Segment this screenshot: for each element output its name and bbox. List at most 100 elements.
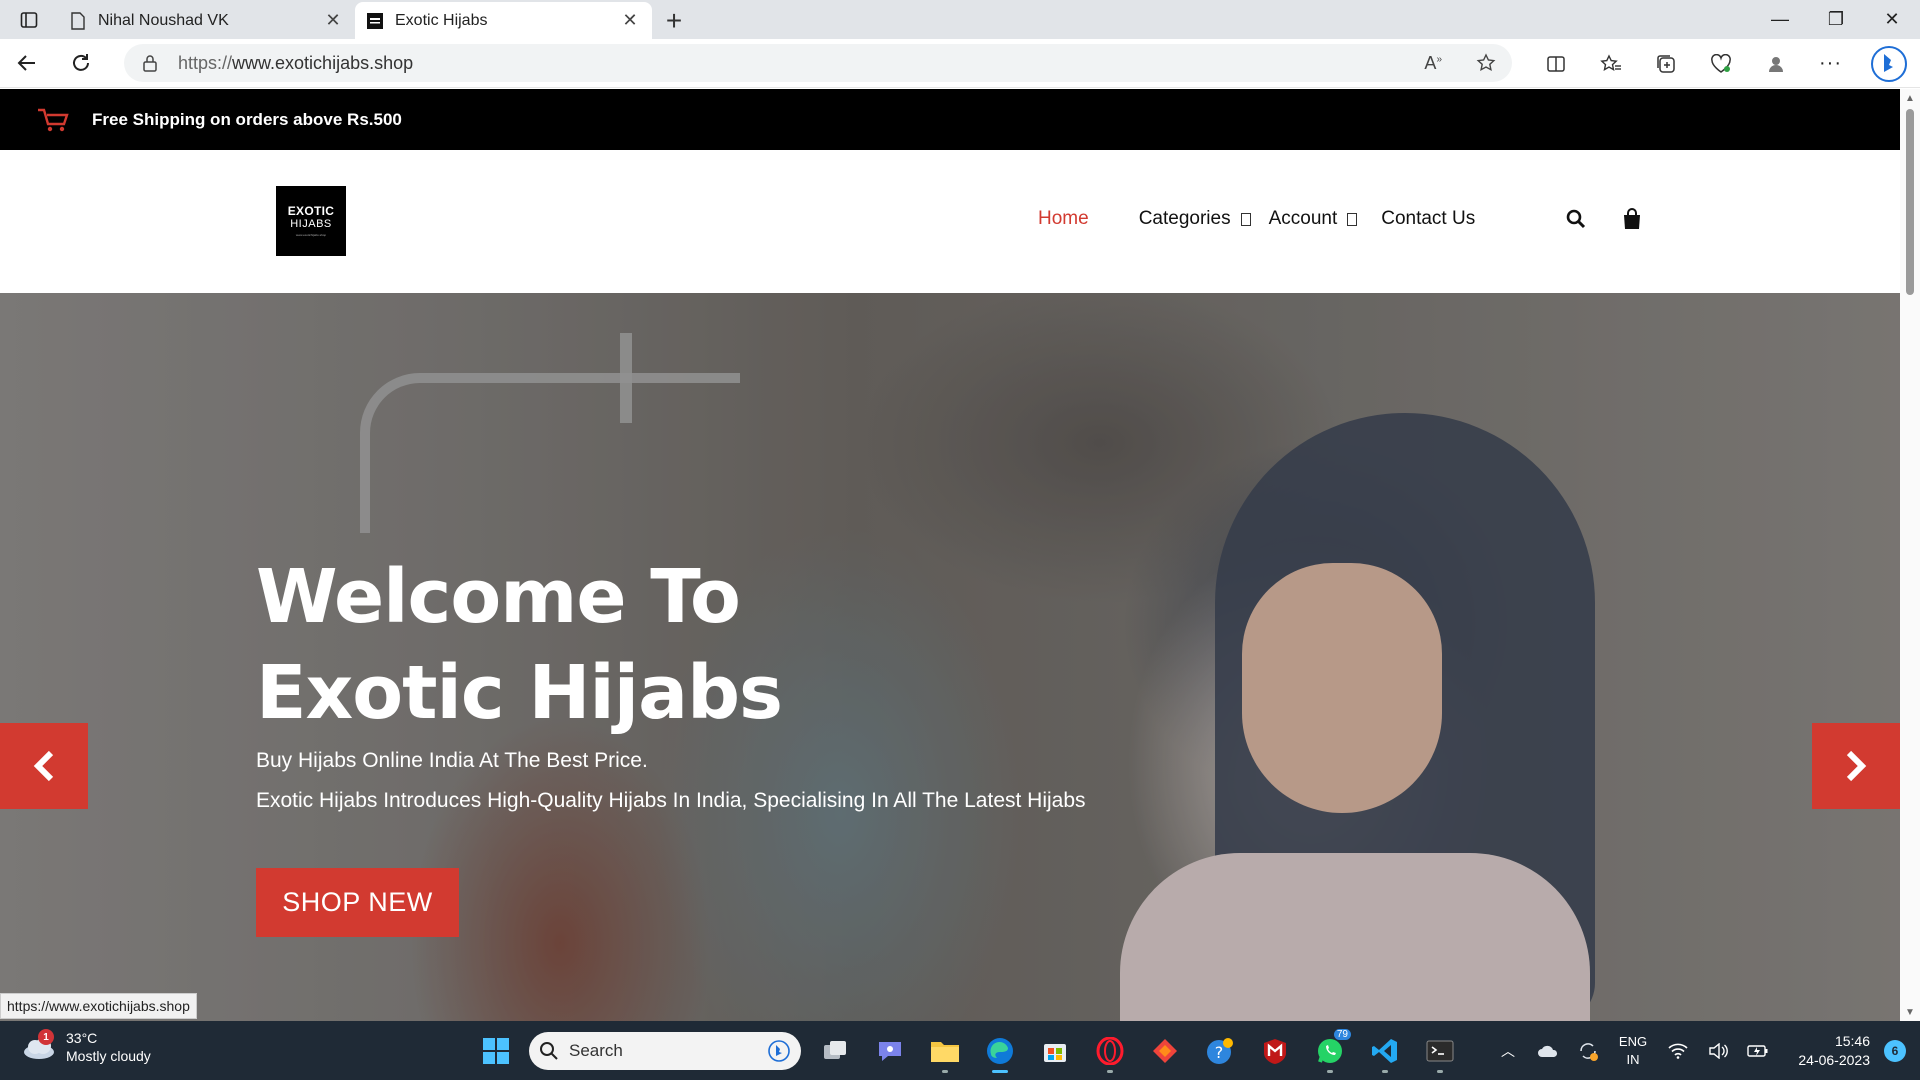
announcement-bar: Free Shipping on orders above Rs.500 xyxy=(0,89,1900,150)
tab-actions-icon xyxy=(20,11,38,28)
refresh-icon xyxy=(73,54,89,71)
bing-icon xyxy=(1871,45,1907,82)
weather-widget[interactable]: 1 33°C Mostly cloudy xyxy=(22,1029,151,1065)
bing-chat-button[interactable] xyxy=(1858,44,1920,84)
scroll-up-icon[interactable]: ▲ xyxy=(1900,89,1920,107)
task-view-app[interactable] xyxy=(807,1027,862,1075)
tray-overflow-chevron-icon[interactable]: ︿ xyxy=(1488,1041,1528,1061)
refresh-button[interactable] xyxy=(54,43,108,83)
scroll-down-icon[interactable]: ▼ xyxy=(1900,1003,1920,1021)
logo-line3: www.exotichijabs.shop xyxy=(295,233,327,237)
running-indicator xyxy=(1106,1069,1113,1073)
restore-button[interactable]: ❐ xyxy=(1808,0,1864,39)
dropdown-icon xyxy=(1240,212,1251,226)
windows-logo-icon xyxy=(482,1037,509,1064)
clock[interactable]: 15:46 24-06-2023 xyxy=(1778,1032,1878,1070)
url-text: https://www.exotichijabs.shop xyxy=(178,53,413,74)
notification-badge[interactable]: 6 xyxy=(1884,1039,1906,1062)
shop-new-button[interactable]: SHOP NEW xyxy=(256,868,459,937)
nav-categories-label: Categories xyxy=(1138,208,1231,229)
tab-actions-button[interactable] xyxy=(0,0,58,39)
hero-subtitle-1: Buy Hijabs Online India At The Best Pric… xyxy=(256,749,648,772)
tab-exotic-hijabs[interactable]: Exotic Hijabs ✕ xyxy=(355,2,652,39)
vscode-app[interactable] xyxy=(1357,1027,1412,1075)
favorites-button[interactable] xyxy=(1583,44,1638,84)
vscode-icon xyxy=(1371,1038,1397,1063)
edge-icon xyxy=(986,1037,1013,1064)
clock-date: 24-06-2023 xyxy=(1798,1051,1870,1068)
nav-home[interactable]: Home xyxy=(1038,208,1089,230)
onedrive-icon[interactable] xyxy=(1528,1044,1568,1058)
running-indicator xyxy=(1436,1069,1443,1073)
running-indicator xyxy=(1326,1069,1333,1073)
volume-icon[interactable] xyxy=(1698,1042,1738,1059)
shield-m-icon xyxy=(1263,1038,1286,1064)
wifi-icon[interactable] xyxy=(1658,1043,1698,1059)
back-button[interactable] xyxy=(0,43,54,83)
nav-contact[interactable]: Contact Us xyxy=(1381,208,1475,230)
scrollbar-thumb[interactable] xyxy=(1906,109,1914,295)
hero-title: Welcome To Exotic Hijabs xyxy=(256,549,956,741)
site-logo[interactable]: EXOTIC HIJABS www.exotichijabs.shop xyxy=(276,186,346,256)
hero-subtitle-2: Exotic Hijabs Introduces High-Quality Hi… xyxy=(256,789,1086,812)
logo-line1: EXOTIC xyxy=(287,204,335,218)
close-icon[interactable]: ✕ xyxy=(620,10,640,31)
split-screen-icon xyxy=(1546,55,1565,72)
new-tab-button[interactable]: + xyxy=(652,2,696,39)
shipping-cart-icon xyxy=(38,108,69,131)
tab-title: Exotic Hijabs xyxy=(395,11,488,29)
profile-button[interactable] xyxy=(1748,44,1803,84)
whatsapp-badge: 79 xyxy=(1333,1028,1351,1040)
chevron-right-icon xyxy=(1846,750,1867,782)
page-scrollbar[interactable]: ▲ ▼ xyxy=(1900,89,1920,1021)
search-icon[interactable] xyxy=(1566,209,1586,229)
url-protocol: https:// xyxy=(178,52,233,73)
dropdown-icon xyxy=(1347,212,1358,226)
slider-prev-button[interactable] xyxy=(0,723,88,809)
opera-app[interactable] xyxy=(1082,1027,1137,1075)
whatsapp-app[interactable]: 79 xyxy=(1302,1027,1357,1075)
ellipsis-icon: ··· xyxy=(1819,52,1842,74)
anydesk-app[interactable] xyxy=(1137,1027,1192,1075)
status-bar-url: https://www.exotichijabs.shop xyxy=(0,993,197,1019)
get-help-app[interactable]: ? xyxy=(1192,1027,1247,1075)
browser-essentials-button[interactable] xyxy=(1693,44,1748,84)
favorite-star-icon[interactable] xyxy=(1476,53,1496,73)
more-menu-button[interactable]: ··· xyxy=(1803,44,1858,84)
start-button[interactable] xyxy=(468,1027,523,1075)
tab-nihal[interactable]: Nihal Noushad VK ✕ xyxy=(58,2,355,39)
address-bar[interactable]: https://www.exotichijabs.shop A» xyxy=(124,44,1512,82)
folder-icon xyxy=(930,1041,959,1062)
nav-account[interactable]: Account xyxy=(1269,208,1358,230)
close-window-button[interactable]: ✕ xyxy=(1864,0,1920,39)
language-indicator[interactable]: ENG IN xyxy=(1608,1033,1658,1069)
browser-tab-strip: Nihal Noushad VK ✕ Exotic Hijabs ✕ + — ❐… xyxy=(0,0,1920,39)
sync-icon[interactable] xyxy=(1568,1040,1608,1062)
running-indicator xyxy=(941,1069,948,1073)
file-explorer-app[interactable] xyxy=(917,1027,972,1075)
mcafee-app[interactable] xyxy=(1247,1027,1302,1075)
battery-icon[interactable] xyxy=(1738,1044,1778,1058)
shopping-bag-icon[interactable] xyxy=(1622,208,1642,230)
address-bar-actions: A» xyxy=(1424,44,1496,82)
nav-categories[interactable]: Categories xyxy=(1139,208,1251,230)
split-screen-button[interactable] xyxy=(1528,44,1583,84)
collections-button[interactable] xyxy=(1638,44,1693,84)
hero-title-line2: Exotic Hijabs xyxy=(256,650,783,736)
microsoft-store-app[interactable] xyxy=(1027,1027,1082,1075)
terminal-app[interactable] xyxy=(1412,1027,1467,1075)
collections-icon xyxy=(1656,54,1675,73)
store-icon xyxy=(1043,1043,1066,1062)
close-icon[interactable]: ✕ xyxy=(323,10,343,31)
read-aloud-icon[interactable]: A» xyxy=(1424,53,1442,74)
heart-pulse-icon xyxy=(1710,53,1731,73)
toolbar-right: ··· xyxy=(1528,39,1920,88)
minimize-button[interactable]: — xyxy=(1752,0,1808,39)
taskbar-search[interactable]: Search xyxy=(529,1031,801,1070)
slider-next-button[interactable] xyxy=(1812,723,1900,809)
main-nav: Home Categories Account Contact Us xyxy=(1038,208,1475,230)
hero-slider: Welcome To Exotic Hijabs Buy Hijabs Onlin… xyxy=(0,293,1900,1021)
edge-app[interactable] xyxy=(972,1027,1027,1075)
taskbar-search-label: Search xyxy=(569,1040,623,1060)
teams-chat-app[interactable] xyxy=(862,1027,917,1075)
